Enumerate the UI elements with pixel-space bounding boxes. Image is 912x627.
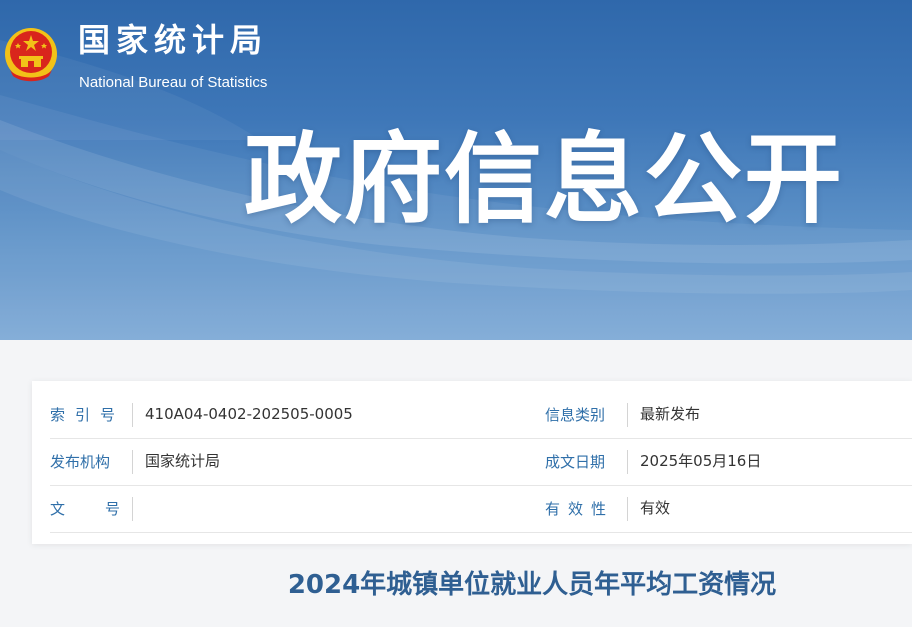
header-banner: 国家统计局 National Bureau of Statistics 政府信息…: [0, 0, 912, 340]
index-number-label: 索引号: [50, 406, 126, 424]
divider: [627, 497, 628, 521]
divider: [627, 403, 628, 427]
info-category-value: 最新发布: [640, 405, 701, 423]
validity-label: 有效性: [545, 500, 615, 518]
info-category-label: 信息类别: [545, 406, 606, 424]
org-name-en[interactable]: National Bureau of Statistics: [79, 74, 267, 92]
document-info-table: 索引号 410A04-0402-202505-0005 信息类别 最新发布 发布…: [32, 381, 912, 544]
validity-value: 有效: [640, 499, 671, 517]
document-number-label: 文号: [50, 500, 161, 518]
info-row: 文号 有效性 有效: [50, 486, 912, 533]
divider: [132, 403, 133, 427]
info-row: 发布机构 国家统计局 成文日期 2025年05月16日: [50, 439, 912, 486]
divider: [627, 450, 628, 474]
info-row: 索引号 410A04-0402-202505-0005 信息类别 最新发布: [50, 392, 912, 439]
divider: [132, 497, 133, 521]
publisher-value: 国家统计局: [145, 452, 221, 470]
section-title: 政府信息公开: [244, 123, 845, 237]
divider: [132, 450, 133, 474]
index-number-value: 410A04-0402-202505-0005: [145, 405, 353, 423]
publisher-label: 发布机构: [50, 453, 111, 471]
national-emblem-icon: [5, 28, 57, 82]
date-written-value: 2025年05月16日: [640, 452, 762, 470]
article-title: 2024年城镇单位就业人员年平均工资情况: [287, 570, 777, 600]
org-name-cn[interactable]: 国家统计局: [78, 20, 268, 60]
date-written-label: 成文日期: [545, 453, 606, 471]
